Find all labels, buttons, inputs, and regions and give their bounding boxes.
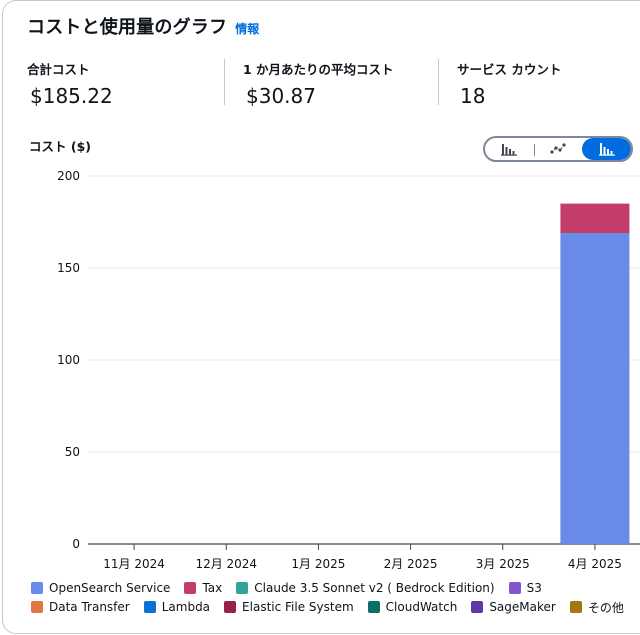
- legend-item[interactable]: OpenSearch Service: [31, 581, 170, 595]
- kpi-label: 合計コスト: [27, 62, 90, 77]
- kpi-total-cost: 合計コスト $185.22: [27, 59, 224, 108]
- kpi-label: サービス カウント: [457, 62, 562, 77]
- bar-chart-icon: [501, 144, 518, 156]
- legend-label: SageMaker: [489, 600, 556, 614]
- x-tick-label: 1月 2025: [291, 557, 345, 571]
- legend-label: OpenSearch Service: [49, 581, 171, 595]
- y-tick-label: 150: [57, 261, 80, 275]
- kpi-value: 18: [460, 84, 486, 108]
- legend-item[interactable]: Lambda: [143, 600, 211, 614]
- legend-label: CloudWatch: [385, 600, 458, 614]
- legend-swatch: [224, 601, 237, 613]
- legend-label: Claude 3.5 Sonnet v2 ( Bedrock Edition): [254, 581, 495, 595]
- legend-label: S3: [526, 581, 542, 595]
- legend-item[interactable]: その他: [569, 600, 624, 615]
- chart-title: コスト ($): [29, 139, 91, 154]
- legend-swatch: [367, 601, 380, 613]
- y-tick-label: 50: [65, 445, 80, 459]
- legend-item[interactable]: Data Transfer: [31, 600, 130, 614]
- chart-legend: OpenSearch Service Tax Claude 3.5 Sonnet v…: [31, 581, 640, 615]
- legend-item[interactable]: S3: [508, 581, 542, 595]
- cost-usage-panel: コストと使用量のグラフ 情報 合計コスト $185.22 1 か月あたりの平均コ…: [2, 0, 640, 634]
- kpi-label: 1 か月あたりの平均コスト: [243, 62, 394, 77]
- legend-swatch: [508, 582, 521, 594]
- legend-swatch: [31, 601, 43, 613]
- legend-label: その他: [587, 600, 624, 615]
- legend-label: Data Transfer: [49, 600, 130, 614]
- y-tick-label: 200: [57, 169, 80, 183]
- stacked-bar-chart-icon: [598, 143, 615, 156]
- y-tick-label: 0: [72, 537, 80, 551]
- legend-swatch: [471, 601, 484, 613]
- legend-swatch: [184, 582, 197, 594]
- kpi-row: 合計コスト $185.22 1 か月あたりの平均コスト $30.87 サービス …: [27, 59, 638, 108]
- legend-item[interactable]: Tax: [184, 581, 222, 595]
- legend-swatch: [31, 582, 43, 594]
- cost-chart: 0 50 100 150 200 11月 2024 12月 2024 1月 2025 2月 20…: [57, 169, 640, 571]
- x-tick-label: 2月 2025: [384, 557, 438, 571]
- legend-item[interactable]: CloudWatch: [367, 600, 458, 614]
- chart-type-toggle: [483, 136, 633, 162]
- legend-label: Tax: [202, 581, 223, 595]
- x-tick-label: 12月 2024: [195, 557, 257, 571]
- legend-item[interactable]: SageMaker: [471, 600, 556, 614]
- legend-label: Elastic File System: [242, 600, 354, 614]
- line-chart-button[interactable]: [533, 138, 583, 160]
- legend-swatch: [236, 582, 249, 594]
- x-tick-label: 11月 2024: [103, 557, 165, 571]
- stacked-bar-chart-button[interactable]: [582, 138, 631, 160]
- bar-segment: [560, 233, 630, 544]
- panel-header: コストと使用量のグラフ 情報: [27, 13, 259, 39]
- legend-swatch: [143, 601, 156, 613]
- legend-item[interactable]: Elastic File System: [224, 600, 354, 614]
- kpi-value: $30.87: [246, 84, 316, 108]
- kpi-value: $185.22: [30, 84, 113, 108]
- line-chart-icon: [550, 143, 566, 154]
- kpi-service-count: サービス カウント 18: [438, 59, 638, 108]
- info-link[interactable]: 情報: [235, 20, 259, 37]
- panel-title: コストと使用量のグラフ: [27, 17, 228, 38]
- bar-segment: [560, 203, 630, 234]
- legend-item[interactable]: Claude 3.5 Sonnet v2 ( Bedrock Edition): [236, 581, 495, 595]
- legend-label: Lambda: [161, 600, 211, 614]
- x-tick-label: 4月 2025: [568, 557, 622, 571]
- y-tick-label: 100: [57, 353, 80, 367]
- kpi-average-monthly-cost: 1 か月あたりの平均コスト $30.87: [224, 59, 438, 108]
- x-tick-label: 3月 2025: [476, 557, 530, 571]
- bar-chart-button[interactable]: [485, 138, 534, 160]
- legend-swatch: [569, 601, 582, 613]
